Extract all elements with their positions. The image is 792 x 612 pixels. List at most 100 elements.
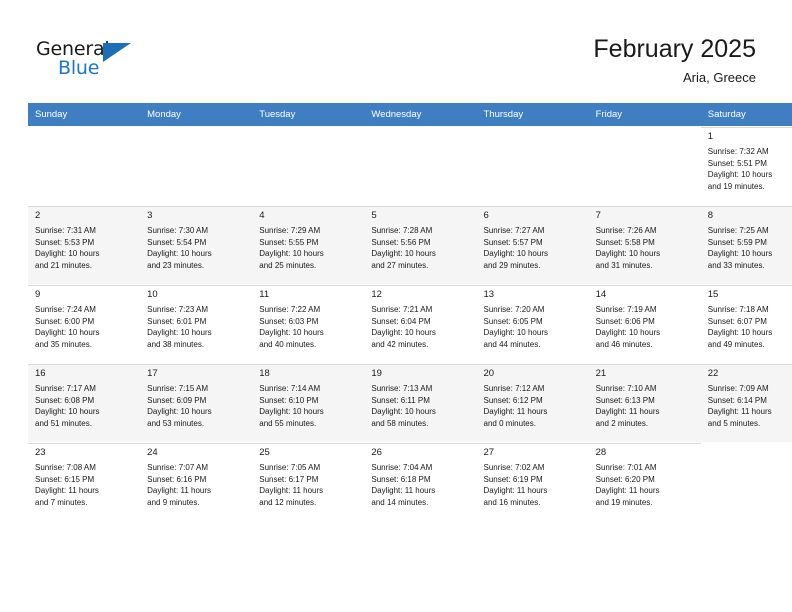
- calendar-day-cell[interactable]: 17 Sunrise: 7:15 AM Sunset: 6:09 PM Dayligh…: [140, 363, 253, 443]
- day-number: 18: [259, 368, 270, 379]
- sunrise-text: Sunrise: 7:17 AM: [35, 384, 96, 393]
- calendar-day-cell[interactable]: 21 Sunrise: 7:10 AM Sunset: 6:13 PM Dayligh…: [588, 363, 701, 443]
- calendar-day-cell[interactable]: 8 Sunrise: 7:25 AM Sunset: 5:59 PM Daylight…: [700, 205, 792, 285]
- daylight-text-line2: and 0 minutes.: [483, 418, 536, 428]
- weekday-header-saturday: Saturday: [700, 103, 792, 127]
- cell-divider: [252, 364, 365, 365]
- calendar-day-inner: [140, 127, 252, 205]
- day-number: 8: [707, 210, 714, 221]
- calendar-day-cell[interactable]: 22 Sunrise: 7:09 AM Sunset: 6:14 PM Dayligh…: [700, 363, 792, 443]
- calendar-day-cell[interactable]: 10 Sunrise: 7:23 AM Sunset: 6:01 PM Dayligh…: [140, 284, 253, 364]
- day-details: Sunrise: 7:28 AM Sunset: 5:56 PM Daylight:…: [371, 225, 470, 271]
- calendar-day-cell[interactable]: 12 Sunrise: 7:21 AM Sunset: 6:04 PM Dayligh…: [364, 284, 477, 364]
- calendar-day-cell[interactable]: 19 Sunrise: 7:13 AM Sunset: 6:11 PM Dayligh…: [364, 363, 477, 443]
- calendar-day-cell[interactable]: 24 Sunrise: 7:07 AM Sunset: 6:16 PM Dayligh…: [140, 442, 253, 522]
- calendar-day-cell[interactable]: 13 Sunrise: 7:20 AM Sunset: 6:05 PM Dayligh…: [476, 284, 589, 364]
- calendar-day-inner: 1 Sunrise: 7:32 AM Sunset: 5:51 PM Daylight…: [700, 127, 792, 205]
- daylight-text-line2: and 2 minutes.: [595, 418, 649, 428]
- calendar-day-cell[interactable]: 6 Sunrise: 7:27 AM Sunset: 5:57 PM Daylight…: [476, 205, 589, 285]
- day-details: Sunrise: 7:24 AM Sunset: 6:00 PM Daylight:…: [35, 304, 134, 350]
- daylight-text-line2: and 33 minutes.: [707, 260, 765, 270]
- sunrise-text: Sunrise: 7:08 AM: [35, 463, 96, 472]
- calendar-day-cell[interactable]: 2 Sunrise: 7:31 AM Sunset: 5:53 PM Daylight…: [28, 205, 141, 285]
- calendar-day-cell[interactable]: 4 Sunrise: 7:29 AM Sunset: 5:55 PM Daylight…: [252, 205, 365, 285]
- daylight-text-line1: Daylight: 11 hours: [147, 486, 212, 496]
- daylight-text-line1: Daylight: 10 hours: [707, 249, 773, 259]
- sunrise-text: Sunrise: 7:31 AM: [35, 226, 96, 235]
- calendar-day-cell[interactable]: 5 Sunrise: 7:28 AM Sunset: 5:56 PM Daylight…: [364, 205, 477, 285]
- day-number: 9: [35, 289, 41, 300]
- day-details: Sunrise: 7:12 AM Sunset: 6:12 PM Daylight:…: [484, 383, 583, 429]
- calendar-body: 1 Sunrise: 7:32 AM Sunset: 5:51 PM Daylight…: [28, 126, 792, 522]
- calendar-day-inner: 15 Sunrise: 7:18 AM Sunset: 6:07 PM Dayligh…: [700, 285, 792, 363]
- calendar-day-cell[interactable]: 11 Sunrise: 7:22 AM Sunset: 6:03 PM Dayligh…: [252, 284, 365, 364]
- day-details: Sunrise: 7:32 AM Sunset: 5:51 PM Daylight:…: [708, 146, 792, 192]
- calendar-day-cell[interactable]: 23 Sunrise: 7:08 AM Sunset: 6:15 PM Dayligh…: [28, 442, 141, 522]
- day-number: 14: [595, 289, 607, 300]
- cell-divider: [28, 443, 141, 444]
- day-details: Sunrise: 7:02 AM Sunset: 6:19 PM Daylight:…: [484, 462, 583, 508]
- sunrise-text: Sunrise: 7:13 AM: [371, 384, 433, 393]
- calendar-day-inner: [364, 127, 476, 205]
- calendar-day-inner: [252, 127, 364, 205]
- calendar-grid: Sunday Monday Tuesday Wednesday Thursday…: [28, 103, 792, 522]
- calendar-day-cell[interactable]: 15 Sunrise: 7:18 AM Sunset: 6:07 PM Dayligh…: [700, 284, 792, 364]
- daylight-text-line1: Daylight: 10 hours: [371, 407, 436, 417]
- cell-divider: [28, 206, 141, 207]
- weekday-header-row: Sunday Monday Tuesday Wednesday Thursday…: [28, 103, 792, 127]
- calendar-day-cell[interactable]: 9 Sunrise: 7:24 AM Sunset: 6:00 PM Daylight…: [28, 284, 141, 364]
- calendar-week-row: 16 Sunrise: 7:17 AM Sunset: 6:08 PM Dayligh…: [28, 363, 792, 443]
- general-blue-logo[interactable]: General Blue: [36, 38, 146, 84]
- logo-text-blue: Blue: [58, 57, 100, 79]
- cell-divider: [28, 285, 141, 286]
- calendar-day-inner: 23 Sunrise: 7:08 AM Sunset: 6:15 PM Dayligh…: [28, 443, 141, 521]
- calendar-day-cell[interactable]: 18 Sunrise: 7:14 AM Sunset: 6:10 PM Dayligh…: [252, 363, 365, 443]
- daylight-text-line2: and 58 minutes.: [371, 418, 429, 428]
- calendar-day-inner: [28, 127, 140, 205]
- calendar-day-cell[interactable]: 7 Sunrise: 7:26 AM Sunset: 5:58 PM Daylight…: [588, 205, 701, 285]
- sunset-text: Sunset: 6:15 PM: [35, 474, 95, 484]
- calendar-day-cell[interactable]: 20 Sunrise: 7:12 AM Sunset: 6:12 PM Dayligh…: [476, 363, 589, 443]
- day-details: Sunrise: 7:17 AM Sunset: 6:08 PM Daylight:…: [35, 383, 134, 429]
- weekday-header-friday: Friday: [588, 103, 701, 127]
- calendar-day-cell[interactable]: 25 Sunrise: 7:05 AM Sunset: 6:17 PM Dayligh…: [252, 442, 365, 522]
- calendar-day-inner: 13 Sunrise: 7:20 AM Sunset: 6:05 PM Dayligh…: [476, 285, 589, 363]
- daylight-text-line2: and 44 minutes.: [483, 339, 541, 349]
- page-title: February 2025: [593, 35, 756, 63]
- sunrise-text: Sunrise: 7:01 AM: [595, 463, 657, 472]
- calendar-day-inner: 12 Sunrise: 7:21 AM Sunset: 6:04 PM Dayligh…: [364, 285, 477, 363]
- calendar-day-cell[interactable]: 16 Sunrise: 7:17 AM Sunset: 6:08 PM Dayligh…: [28, 363, 141, 443]
- sunset-text: Sunset: 5:56 PM: [371, 237, 431, 247]
- calendar-day-cell[interactable]: 1 Sunrise: 7:32 AM Sunset: 5:51 PM Daylight…: [700, 126, 792, 206]
- calendar-day-cell[interactable]: 14 Sunrise: 7:19 AM Sunset: 6:06 PM Dayligh…: [588, 284, 701, 364]
- title-block: February 2025 Aria, Greece: [593, 34, 756, 86]
- sunrise-text: Sunrise: 7:14 AM: [259, 384, 321, 393]
- cell-divider: [252, 206, 365, 207]
- daylight-text-line1: Daylight: 10 hours: [147, 249, 212, 259]
- sunrise-text: Sunrise: 7:20 AM: [483, 305, 545, 314]
- daylight-text-line2: and 19 minutes.: [595, 497, 653, 507]
- cell-divider: [476, 443, 589, 444]
- day-number: 1: [707, 131, 714, 142]
- calendar-day-cell[interactable]: 3 Sunrise: 7:30 AM Sunset: 5:54 PM Daylight…: [140, 205, 253, 285]
- sunrise-text: Sunrise: 7:19 AM: [595, 305, 657, 314]
- sunset-text: Sunset: 5:57 PM: [483, 237, 543, 247]
- day-details: Sunrise: 7:25 AM Sunset: 5:59 PM Daylight:…: [708, 225, 792, 271]
- sunset-text: Sunset: 6:08 PM: [35, 395, 95, 405]
- cell-divider: [252, 443, 365, 444]
- cell-divider: [588, 285, 701, 286]
- day-number: 5: [371, 210, 377, 221]
- day-number: 7: [595, 210, 601, 221]
- calendar-day-cell[interactable]: 27 Sunrise: 7:02 AM Sunset: 6:19 PM Dayligh…: [476, 442, 589, 522]
- day-number: 25: [259, 447, 270, 458]
- calendar-day-inner: 26 Sunrise: 7:04 AM Sunset: 6:18 PM Dayligh…: [364, 443, 477, 521]
- cell-divider: [700, 364, 792, 365]
- day-details: Sunrise: 7:13 AM Sunset: 6:11 PM Daylight:…: [371, 383, 470, 429]
- calendar-day-cell[interactable]: 28 Sunrise: 7:01 AM Sunset: 6:20 PM Dayligh…: [588, 442, 701, 522]
- calendar-day-cell[interactable]: 26 Sunrise: 7:04 AM Sunset: 6:18 PM Dayligh…: [364, 442, 477, 522]
- cell-divider: [588, 443, 701, 444]
- daylight-text-line1: Daylight: 10 hours: [371, 249, 436, 259]
- daylight-text-line1: Daylight: 10 hours: [147, 407, 212, 417]
- sunrise-text: Sunrise: 7:05 AM: [259, 463, 321, 472]
- day-number: 4: [259, 210, 265, 221]
